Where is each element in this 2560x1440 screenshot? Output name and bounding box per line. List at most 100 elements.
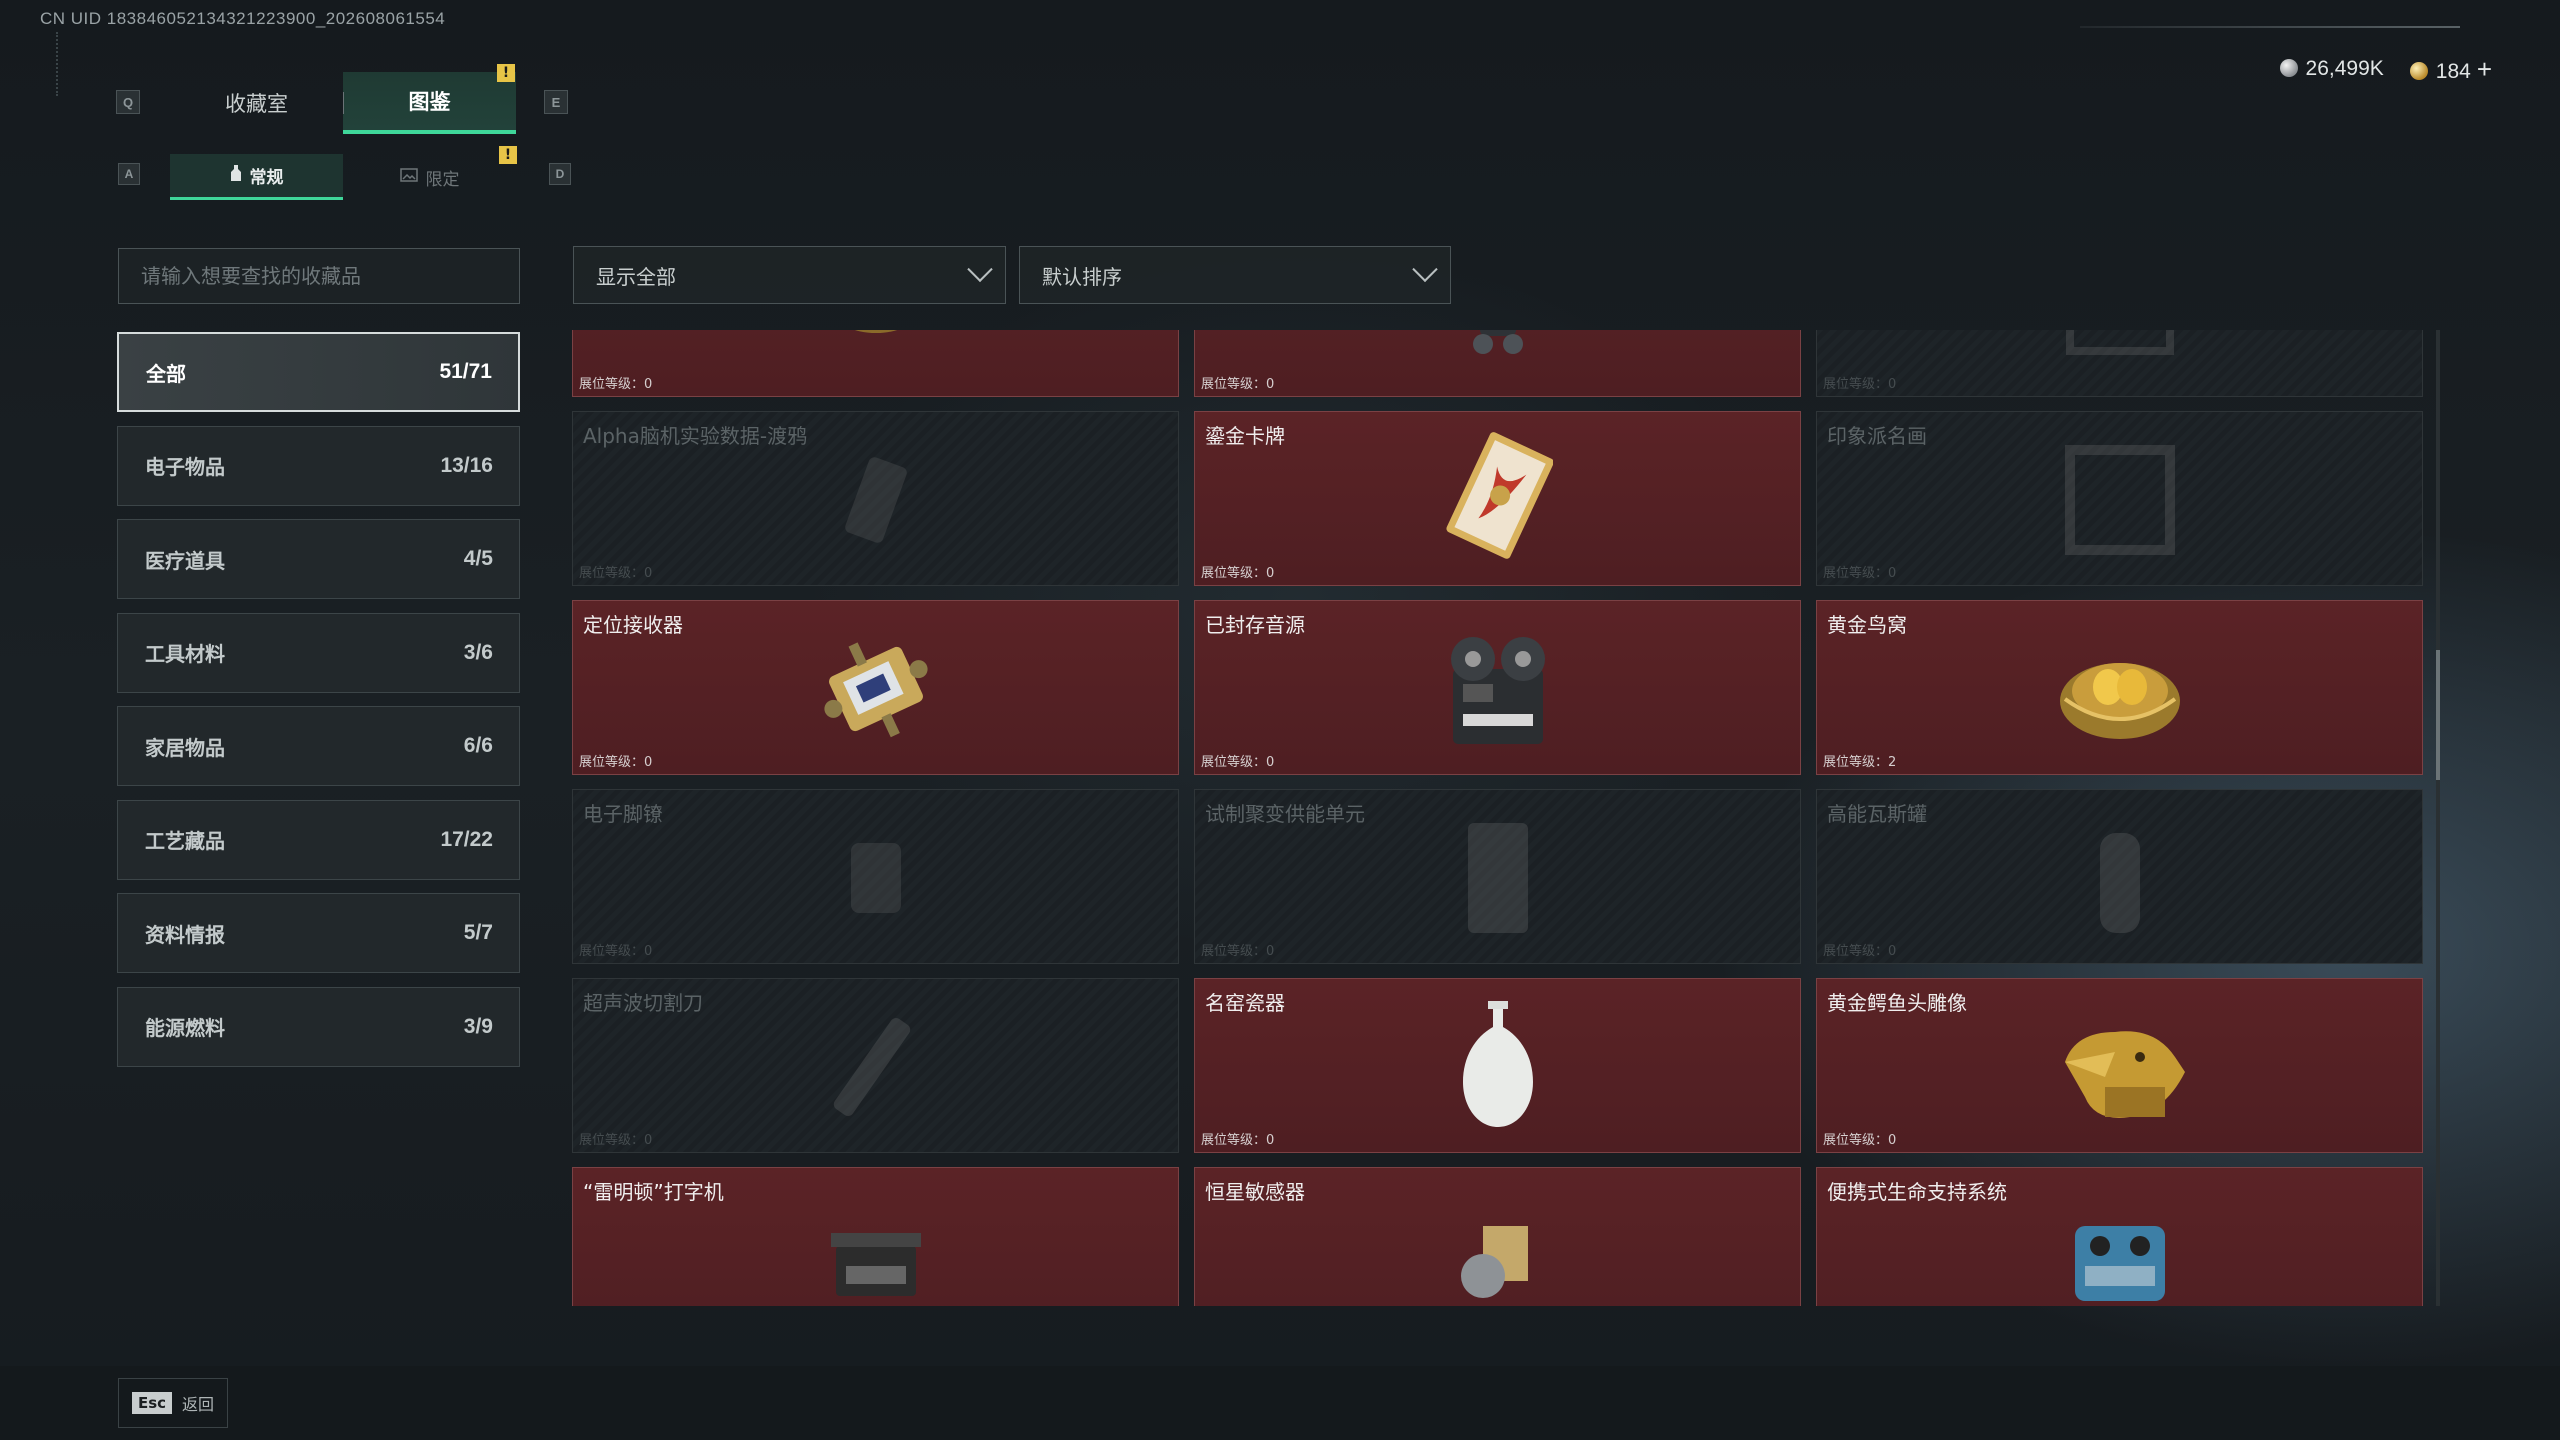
- category-count: 3/9: [463, 1014, 493, 1038]
- collection-card[interactable]: 黄金鸟窝 展位等级：2: [1816, 600, 2423, 775]
- collection-card[interactable]: 展位等级：0: [1816, 330, 2423, 397]
- category-count: 3/6: [463, 640, 493, 664]
- warning-badge: !: [497, 64, 515, 82]
- category-item[interactable]: 能源燃料 3/9: [117, 986, 520, 1067]
- booth-level: 展位等级：0: [579, 1133, 653, 1148]
- category-label: 全部: [146, 361, 186, 386]
- category-item[interactable]: 工艺藏品 17/22: [117, 799, 520, 880]
- category-count: 4/5: [463, 547, 493, 570]
- booth-level: 展位等级：0: [1201, 377, 1275, 392]
- collection-card[interactable]: 已封存音源展位等级：0: [1194, 600, 1801, 775]
- frame-icon: [2060, 330, 2180, 365]
- collection-card[interactable]: 定位接收器 展位等级：0: [572, 600, 1179, 775]
- prev-subtab-key[interactable]: A: [118, 163, 140, 185]
- sort-value: 默认排序: [1042, 264, 1122, 289]
- collection-card[interactable]: 试制聚变供能单元展位等级：0: [1194, 789, 1801, 964]
- decoration-bar: [56, 32, 66, 96]
- booth-level: 展位等级：0: [1823, 377, 1897, 392]
- subtab-limited[interactable]: 限定: [343, 154, 516, 200]
- silver-coin-icon: [2279, 59, 2298, 77]
- add-currency-button[interactable]: +: [2477, 54, 2492, 84]
- collection-card[interactable]: 展位等级：0: [1194, 330, 1801, 397]
- sort-dropdown[interactable]: 默认排序: [1019, 246, 1451, 304]
- collection-card[interactable]: 便携式生命支持系统: [1816, 1167, 2423, 1306]
- item-name: 便携式生命支持系统: [1827, 1180, 2007, 1204]
- life-support-icon: [2060, 1206, 2180, 1306]
- search-box[interactable]: [118, 248, 520, 304]
- next-tab-key[interactable]: E: [544, 90, 568, 114]
- silver-amount: 26,499K: [2305, 57, 2384, 80]
- gold-crocodile-icon: [2045, 1002, 2195, 1136]
- item-name: 已封存音源: [1205, 613, 1305, 637]
- category-item[interactable]: 电子物品 13/16: [117, 425, 520, 506]
- caviar-tin-icon: [826, 330, 926, 360]
- next-subtab-key[interactable]: D: [549, 163, 571, 185]
- esc-key: Esc: [131, 1392, 173, 1414]
- subtab-regular[interactable]: 常规: [170, 154, 343, 200]
- category-list: 全部 51/71 电子物品 13/16 医疗道具 4/5 工具材料 3/6 家居物品 6/6 工艺藏…: [117, 332, 520, 1080]
- collection-card[interactable]: 黄金鳄鱼头雕像展位等级：0: [1816, 978, 2423, 1153]
- device-icon: [1458, 330, 1538, 370]
- item-name: 黄金鳄鱼头雕像: [1827, 991, 1967, 1015]
- prev-tab-key[interactable]: Q: [116, 90, 140, 114]
- item-name: 黄金鸟窝: [1827, 613, 1907, 637]
- collection-card[interactable]: 印象派名画 展位等级：0: [1816, 411, 2423, 586]
- filter-value: 显示全部: [596, 264, 676, 289]
- item-name: 鎏金卡牌: [1205, 424, 1285, 448]
- ultrasonic-cutter-icon: [811, 1002, 941, 1136]
- collection-card[interactable]: 展位等级：0: [572, 330, 1179, 397]
- booth-level: 展位等级：0: [1823, 944, 1897, 959]
- collection-card[interactable]: 高能瓦斯罐 展位等级：0: [1816, 789, 2423, 964]
- category-item[interactable]: 医疗道具 4/5: [117, 519, 520, 599]
- collection-card[interactable]: 超声波切割刀 展位等级：0: [572, 978, 1179, 1153]
- star-sensor-icon: [1443, 1206, 1553, 1306]
- booth-level: 展位等级：0: [1201, 566, 1275, 581]
- category-label: 电子物品: [145, 455, 225, 479]
- category-item[interactable]: 全部 51/71: [117, 332, 520, 412]
- back-button[interactable]: Esc 返回: [118, 1378, 228, 1428]
- tab-catalog[interactable]: 图鉴: [343, 72, 516, 134]
- golden-nest-icon: [2050, 629, 2190, 753]
- item-name: 电子脚镣: [583, 802, 663, 826]
- item-name: 试制聚变供能单元: [1205, 802, 1365, 826]
- search-input[interactable]: [141, 264, 519, 288]
- gold-coin-icon: [2409, 61, 2428, 80]
- collection-card[interactable]: 电子脚镣展位等级：0: [572, 789, 1179, 964]
- gas-canister-icon: [2070, 813, 2170, 947]
- category-label: 工具材料: [145, 642, 225, 666]
- collection-card[interactable]: Alpha脑机实验数据-渡鸦 展位等级：0: [572, 411, 1179, 586]
- footer-bar: [0, 1366, 2560, 1440]
- top-decoration-line: [2080, 26, 2460, 28]
- tab-collection-room[interactable]: 收藏室: [170, 72, 343, 134]
- booth-level: 展位等级：0: [1201, 944, 1275, 959]
- tab-label: 图鉴: [408, 90, 451, 114]
- tab-label: 收藏室: [225, 92, 288, 116]
- tape-recorder-icon: [1433, 624, 1563, 758]
- category-count: 51/71: [439, 360, 492, 383]
- item-name: 恒星敏感器: [1205, 1180, 1305, 1204]
- category-item[interactable]: 家居物品 6/6: [117, 706, 520, 786]
- tab-divider: [343, 92, 344, 114]
- typewriter-icon: [821, 1211, 931, 1305]
- booth-level: 展位等级：0: [579, 944, 653, 959]
- collection-card[interactable]: 恒星敏感器: [1194, 1167, 1801, 1306]
- collection-card[interactable]: “雷明顿”打字机: [572, 1167, 1179, 1306]
- category-label: 资料情报: [145, 922, 225, 947]
- collection-grid-viewport[interactable]: 展位等级：0 展位等级：0 展位等级：0 Alpha脑机实验数据-渡鸦 展位等级：0 鎏金…: [572, 330, 2426, 1306]
- collection-card[interactable]: 鎏金卡牌展位等级：0: [1194, 411, 1801, 586]
- booth-level: 展位等级：0: [1201, 755, 1275, 770]
- booth-level: 展位等级：0: [1823, 1133, 1897, 1148]
- filter-dropdown[interactable]: 显示全部: [573, 246, 1006, 304]
- collection-card[interactable]: 名窑瓷器 展位等级：0: [1194, 978, 1801, 1153]
- grid-scrollbar[interactable]: [2436, 330, 2440, 1306]
- category-label: 工艺藏品: [145, 829, 225, 853]
- booth-level: 展位等级：0: [579, 377, 653, 392]
- category-item[interactable]: 资料情报 5/7: [117, 893, 520, 973]
- category-item[interactable]: 工具材料 3/6: [117, 612, 520, 693]
- collection-grid: 展位等级：0 展位等级：0 展位等级：0 Alpha脑机实验数据-渡鸦 展位等级：0 鎏金…: [572, 330, 2423, 1306]
- scrollbar-thumb[interactable]: [2436, 650, 2440, 780]
- subtab-label: 常规: [249, 168, 284, 188]
- booth-level: 展位等级：0: [579, 755, 653, 770]
- gold-currency: 184 +: [2409, 54, 2492, 85]
- image-icon: [399, 167, 418, 187]
